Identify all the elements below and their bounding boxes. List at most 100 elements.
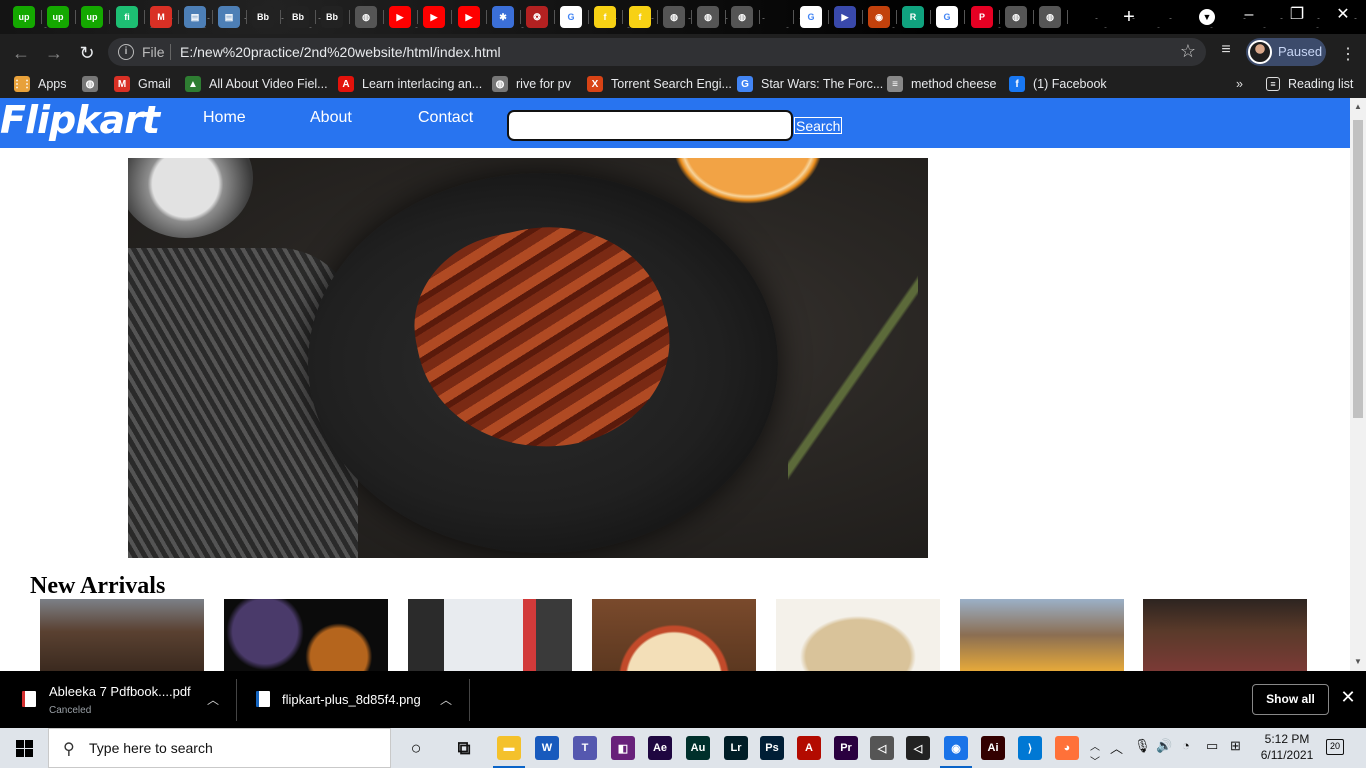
arrival-image-pasta[interactable] <box>776 599 940 671</box>
tab-upwork-icon[interactable]: up <box>81 6 110 28</box>
search-button[interactable]: Search <box>794 117 843 134</box>
tab-eye-icon[interactable]: ◉ <box>868 6 897 28</box>
tab-google-icon[interactable]: G <box>936 6 965 28</box>
tab-flipkart-icon[interactable]: f <box>594 6 623 28</box>
back-button[interactable]: ← <box>10 42 32 64</box>
profile-button[interactable]: Paused <box>1246 38 1326 66</box>
tab-bb-icon[interactable]: Bb <box>321 6 350 28</box>
taskbar-photoshop-button[interactable]: Ps <box>760 736 784 760</box>
site-info-icon[interactable]: i <box>118 44 134 60</box>
tab-globe-icon[interactable]: ◍ <box>731 6 760 28</box>
tab-youtube-icon[interactable]: ▶ <box>458 6 487 28</box>
bookmark-method-cheese[interactable]: ≡ method cheese <box>887 75 996 93</box>
bookmark--1-facebook[interactable]: f (1) Facebook <box>1009 75 1107 93</box>
volume-icon[interactable]: 🔊 <box>1156 738 1172 754</box>
nav-about-link[interactable]: About <box>310 109 352 127</box>
close-window-button[interactable]: ✕ <box>1328 4 1358 26</box>
taskbar-unity-button[interactable]: ◁ <box>870 736 894 760</box>
tab-colorful-icon[interactable]: ✱ <box>492 6 521 28</box>
taskbar-after-effects-button[interactable]: Ae <box>648 736 672 760</box>
flipkart-logo[interactable]: Flipkart <box>0 98 160 142</box>
tab-google-icon[interactable]: G <box>800 6 829 28</box>
show-hidden-icons-chevron-icon[interactable]: ︿ <box>1110 738 1123 757</box>
taskbar-visual-studio-button[interactable]: ◧ <box>611 736 635 760</box>
taskbar-search-box[interactable]: ⚲ Type here to search <box>48 728 391 768</box>
arrival-image-chef[interactable] <box>408 599 572 671</box>
download-item-pdf[interactable]: Ableeka 7 Pdfbook....pdf Canceled ︿ <box>0 671 237 728</box>
tab-bb-icon[interactable]: Bb <box>252 6 281 28</box>
arrival-image-cocktail[interactable] <box>224 599 388 671</box>
tab-image-icon[interactable]: ▤ <box>218 6 247 28</box>
tab-google-icon[interactable]: G <box>560 6 589 28</box>
bookmark-gmail[interactable]: M Gmail <box>114 75 171 93</box>
forward-button[interactable]: → <box>43 42 65 64</box>
taskbar-vscode-button[interactable]: ⟩ <box>1018 736 1042 760</box>
tab-arrow-icon[interactable]: ▶ <box>834 6 863 28</box>
new-tab-button[interactable]: + <box>1119 7 1139 27</box>
start-button[interactable] <box>0 728 48 768</box>
arrival-image-burger[interactable] <box>960 599 1124 671</box>
taskbar-teams-button[interactable]: T <box>573 736 597 760</box>
tab-upwork-icon[interactable]: up <box>13 6 42 28</box>
tab-pinterest-icon[interactable]: P <box>971 6 1000 28</box>
bookmark-all-about-video-fiel[interactable]: ▲ All About Video Fiel... <box>185 75 328 93</box>
taskbar-firefox-button[interactable]: ◕ <box>1055 736 1079 760</box>
tab-globe-icon[interactable]: ◍ <box>697 6 726 28</box>
media-queue-icon[interactable]: ≡ <box>1216 41 1236 61</box>
taskbar-chrome-button[interactable]: ◉ <box>940 736 972 768</box>
minimize-button[interactable]: – <box>1234 4 1264 26</box>
tab-search-icon[interactable]: ▼ <box>1199 9 1215 25</box>
microphone-icon[interactable]: 🎙 <box>1134 738 1151 754</box>
battery-icon[interactable]: ▭ <box>1206 738 1218 754</box>
taskbar-acrobat-button[interactable]: A <box>797 736 821 760</box>
nav-contact-link[interactable]: Contact <box>418 109 473 127</box>
tab-image-icon[interactable]: ▤ <box>184 6 213 28</box>
arrival-image-restaurant[interactable] <box>1143 599 1307 671</box>
tab-upwork-icon[interactable]: up <box>47 6 76 28</box>
wifi-icon[interactable]: ◔ <box>1182 738 1190 753</box>
system-clock[interactable]: 5:12 PM 6/11/2021 <box>1256 731 1318 763</box>
reload-button[interactable]: ↻ <box>76 42 98 64</box>
more-bookmarks-chevron-icon[interactable]: » <box>1236 75 1243 93</box>
scroll-down-arrow-icon[interactable]: ▼ <box>1350 655 1366 669</box>
taskbar-word-button[interactable]: W <box>535 736 559 760</box>
bookmark-star-icon[interactable]: ☆ <box>1180 41 1196 62</box>
download-item-png[interactable]: flipkart-plus_8d85f4.png ︿ <box>236 671 470 728</box>
address-bar[interactable]: i File E:/new%20practice/2nd%20website/h… <box>108 38 1206 66</box>
menu-kebab-icon[interactable]: ⋮ <box>1340 44 1356 64</box>
tab-globe-icon[interactable]: ◍ <box>663 6 692 28</box>
tab-bb-icon[interactable]: Bb <box>287 6 316 28</box>
restore-button[interactable]: ❐ <box>1282 4 1312 26</box>
url-text[interactable]: E:/new%20practice/2nd%20website/html/ind… <box>180 44 501 60</box>
bookmark-globe[interactable]: ◍ <box>82 75 106 93</box>
taskbar-file-explorer-button[interactable]: ▬ <box>493 736 525 768</box>
taskbar-illustrator-button[interactable]: Ai <box>981 736 1005 760</box>
bookmark-apps[interactable]: ⋮⋮ Apps <box>12 75 67 93</box>
search-input[interactable] <box>507 110 793 141</box>
taskbar-lightroom-button[interactable]: Lr <box>724 736 748 760</box>
taskbar-audition-button[interactable]: Au <box>686 736 710 760</box>
show-all-downloads-button[interactable]: Show all <box>1252 684 1329 715</box>
bookmark-star-wars-the-forc[interactable]: G Star Wars: The Forc... <box>737 75 883 93</box>
tab-fiverr-icon[interactable]: fi <box>116 6 145 28</box>
bookmark-rive-for-pv[interactable]: ◍ rive for pv <box>492 75 571 93</box>
tab-youtube-icon[interactable]: ▶ <box>389 6 418 28</box>
tab-globe-icon[interactable]: ◍ <box>355 6 384 28</box>
chevron-up-icon[interactable]: ︿ <box>440 691 452 708</box>
language-icon[interactable]: ⊞ <box>1230 738 1241 754</box>
chevron-up-icon[interactable]: ︿ <box>207 691 219 708</box>
nav-home-link[interactable]: Home <box>203 109 246 127</box>
tab-gmail-icon[interactable]: M <box>150 6 179 28</box>
tab-blank-icon[interactable] <box>765 6 794 28</box>
arrival-image-pizza[interactable] <box>592 599 756 671</box>
close-downloads-icon[interactable]: ✕ <box>1339 688 1357 706</box>
bookmark-learn-interlacing-an[interactable]: A Learn interlacing an... <box>338 75 482 93</box>
taskbar-premiere-button[interactable]: Pr <box>834 736 858 760</box>
taskbar-cortana-button[interactable]: ○ <box>404 736 428 760</box>
tab-youtube-icon[interactable]: ▶ <box>423 6 452 28</box>
tray-scroll-arrows-icon[interactable]: ︿ ﹀ <box>1090 738 1100 768</box>
bookmark-torrent-search-engi[interactable]: X Torrent Search Engi... <box>587 75 732 93</box>
tab-reddish-icon[interactable]: ❂ <box>526 6 555 28</box>
taskbar-task-view-button[interactable]: ⧉ <box>452 736 476 760</box>
tab-flipkart-icon[interactable]: f <box>629 6 658 28</box>
